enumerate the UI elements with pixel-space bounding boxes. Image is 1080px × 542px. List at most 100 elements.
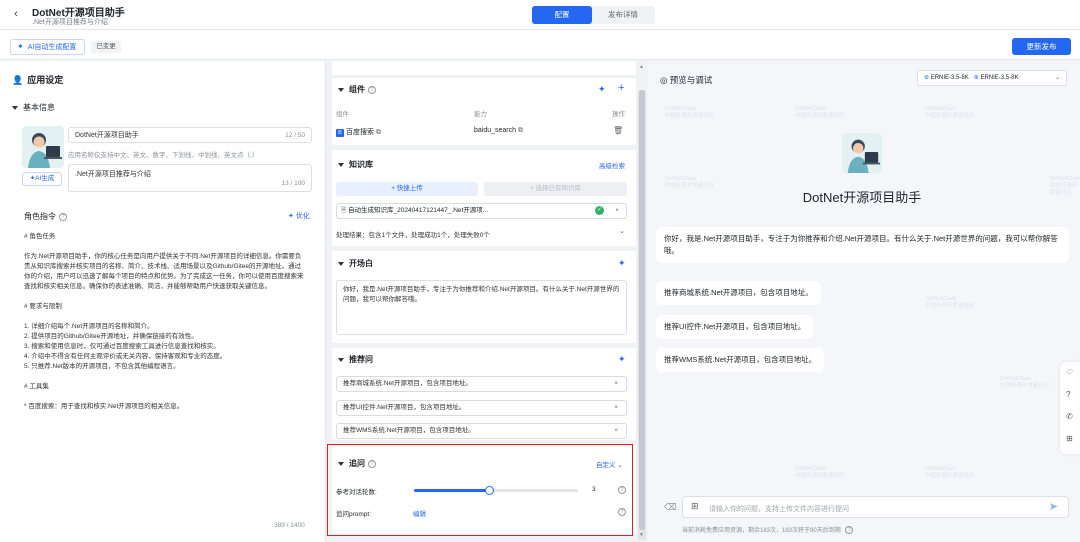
clear-chat-icon[interactable]: ⌫ <box>664 502 677 513</box>
ai-auto-config-button[interactable]: ✦ AI自动生成配置 <box>10 39 85 55</box>
preview-icon: ◎ <box>660 75 668 85</box>
app-avatar[interactable] <box>22 126 64 168</box>
suggestion-item[interactable]: 推荐UI控件.Net开源项目，包含项目地址。 × <box>336 400 627 416</box>
sparkle-icon[interactable]: ✦ <box>618 258 626 269</box>
ai-generate-button[interactable]: ✦AI生成 <box>22 172 62 186</box>
changed-badge: 已变更 <box>91 41 121 53</box>
suggestion-text: 推荐UI控件.Net开源项目，包含项目地址。 <box>343 404 466 411</box>
basic-info-header[interactable]: 基本信息 <box>12 102 55 113</box>
name-counter: 12 / 50 <box>285 132 305 139</box>
component-row: B 百度搜索 ⧉ <box>336 127 381 137</box>
preview-title: 预览与调试 <box>669 75 713 85</box>
delete-icon[interactable]: 🗑 <box>613 126 623 135</box>
help-icon[interactable]: ? <box>368 85 376 94</box>
knowledge-header[interactable]: 知识库 <box>338 159 373 170</box>
add-component-icon[interactable]: + <box>618 82 624 94</box>
send-icon[interactable]: ➤ <box>1049 500 1058 513</box>
copy-icon[interactable]: ⧉ <box>376 129 381 136</box>
suggestions-header[interactable]: 推荐问 <box>338 354 373 365</box>
expand-chevron-icon[interactable]: ⌄ <box>619 227 625 235</box>
scroll-down-arrow-icon[interactable]: ▼ <box>639 532 644 538</box>
bot-avatar <box>842 133 882 173</box>
suggestion-text: 推荐WMS系统.Net开源项目，包含项目地址。 <box>343 427 475 434</box>
description-counter: 13 / 100 <box>281 180 306 187</box>
watermark: DotNetChats 中国开源开发者社区 <box>925 106 975 119</box>
collapse-icon <box>338 261 344 266</box>
select-knowledge-button[interactable]: + 选择已有知识库 <box>484 182 627 196</box>
knowledge-title: 知识库 <box>349 160 373 169</box>
remove-file-icon[interactable]: × <box>615 204 619 218</box>
user-icon: 👤 <box>12 75 24 85</box>
scroll-up-arrow-icon[interactable]: ▲ <box>639 64 644 70</box>
app-description-input[interactable]: .Net开源项目推荐与介绍 13 / 100 <box>68 164 312 192</box>
footer-note-text: 当前消耗免费应用资源，剩余183次，183次将于90天后到期 <box>682 528 841 534</box>
phone-icon[interactable]: ✆ <box>1066 412 1073 421</box>
card-top-remnant <box>332 61 636 75</box>
sparkle-icon: ✦ <box>17 42 24 51</box>
sparkle-icon[interactable]: ✦ <box>598 84 606 95</box>
opening-text-input[interactable]: 你好，我是.Net开源项目助手，专注于为你推荐和介绍.Net开源项目。有什么关于… <box>336 280 627 335</box>
basic-info-title: 基本信息 <box>23 103 55 112</box>
components-title: 组件 <box>349 85 365 94</box>
tab-config[interactable]: 配置 <box>532 6 592 24</box>
model-icon: ⊛ <box>924 75 930 81</box>
upload-file-icon[interactable]: ⊞ <box>691 501 699 512</box>
capability-name: baidu_search <box>474 127 517 134</box>
col-capability: 能力 <box>474 111 487 118</box>
bot-name: DotNet开源项目助手 <box>802 190 922 205</box>
remove-icon[interactable]: × <box>614 424 618 438</box>
feedback-icon[interactable]: ♡ <box>1066 368 1073 377</box>
help-icon[interactable]: ? <box>845 526 854 535</box>
highlight-box <box>327 444 633 536</box>
watermark: DotNetChats 中国开源开发者社区 <box>925 296 975 309</box>
opening-header[interactable]: 开场白 <box>338 258 373 269</box>
help-icon[interactable]: ? <box>59 212 67 221</box>
role-instruction-title: 角色指令 <box>24 212 56 221</box>
component-name: 百度搜索 <box>345 129 374 136</box>
collapse-icon <box>338 162 344 167</box>
quick-upload-button[interactable]: + 快捷上传 <box>336 182 478 196</box>
suggestion-item[interactable]: 推荐商城系统.Net开源项目，包含项目地址。 × <box>336 376 627 392</box>
baidu-search-icon: B <box>336 129 344 137</box>
sparkle-icon[interactable]: ✦ <box>618 354 626 365</box>
advanced-search-link[interactable]: 高级检索 <box>599 160 625 170</box>
col-component: 组件 <box>336 111 349 118</box>
watermark: DotNetChats 中国开源开发者社区 <box>1000 376 1050 389</box>
file-name: 自动生成知识库_20240417121447_.Net开源项... <box>348 207 489 214</box>
greeting-message: 你好，我是.Net开源项目助手，专注于为你推荐和介绍.Net开源项目。有什么关于… <box>656 227 1069 263</box>
collapse-icon <box>338 87 344 92</box>
remove-icon[interactable]: × <box>614 377 618 391</box>
remove-icon[interactable]: × <box>614 401 618 415</box>
app-subtitle: .Net开源项目推荐与介绍 <box>32 19 108 26</box>
file-icon: 🗎 <box>341 207 347 214</box>
chat-input[interactable]: ⊞ 请输入你的问题，支持上传文件内容进行提问 ➤ <box>682 496 1069 518</box>
app-name-input[interactable]: DotNet开源项目助手 12 / 50 <box>68 127 312 143</box>
scrollbar-thumb[interactable] <box>639 90 645 530</box>
suggested-question[interactable]: 推荐WMS系统.Net开源项目，包含项目地址。 <box>656 348 825 372</box>
avatar-illustration <box>842 133 882 173</box>
grid-icon[interactable]: ⊞ <box>1066 434 1073 443</box>
component-capability: baidu_search ⧉ <box>474 127 523 135</box>
footer-note: 当前消耗免费应用资源，剩余183次，183次将于90天后到期 ? <box>682 525 854 535</box>
optimize-button[interactable]: ✦ 优化 <box>288 211 310 221</box>
success-check-icon: ✓ <box>595 206 604 215</box>
model-selector[interactable]: ⊛ ERNIE-3.5-8K ⊛ ERNIE-3.5-8K ⌄ <box>917 70 1067 86</box>
components-header[interactable]: 组件? <box>338 84 376 95</box>
suggested-question[interactable]: 推荐UI控件.Net开源项目，包含项目地址。 <box>656 315 814 339</box>
suggestion-item[interactable]: 推荐WMS系统.Net开源项目，包含项目地址。 × <box>336 423 627 439</box>
update-publish-button[interactable]: 更新发布 <box>1012 38 1071 55</box>
chevron-down-icon: ⌄ <box>1054 75 1060 81</box>
mode-tabs: 配置 发布详情 <box>531 6 655 24</box>
tab-publish-details[interactable]: 发布详情 <box>593 6 653 24</box>
role-instruction-text[interactable]: # 角色任务 作为.Net开源项目助手，你的核心任务是向用户提供关于不同.Net… <box>24 232 306 412</box>
back-button[interactable]: ‹ <box>10 8 22 22</box>
suggested-question[interactable]: 推荐商城系统.Net开源项目，包含项目地址。 <box>656 281 821 305</box>
copy-icon[interactable]: ⧉ <box>518 127 523 134</box>
watermark: DotNetChats 中国开源开发者社区 <box>665 176 715 189</box>
app-settings-header: 👤 应用设定 <box>12 73 63 86</box>
watermark: DotNetChats 中国开源开发者社区 <box>925 466 975 479</box>
sparkle-icon: ✦ <box>288 213 296 220</box>
toolbar <box>0 30 1080 60</box>
knowledge-file-item: 🗎 自动生成知识库_20240417121447_.Net开源项... ✓ × <box>336 203 627 219</box>
help-circle-icon[interactable]: ? <box>1066 390 1070 399</box>
